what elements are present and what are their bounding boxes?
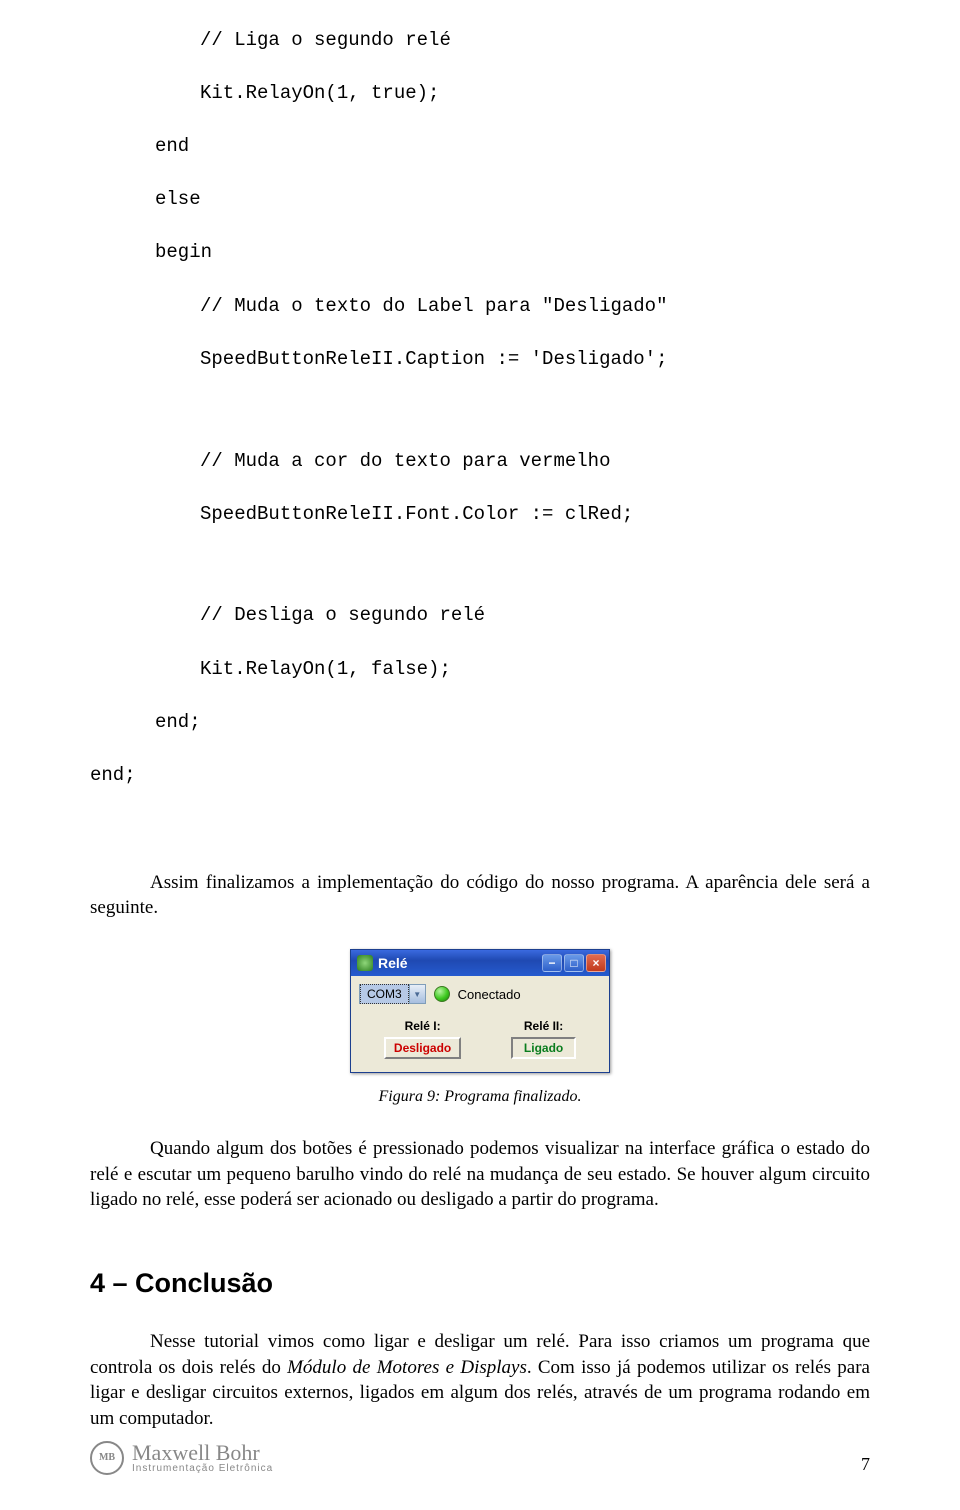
window-title: Relé: [378, 955, 408, 971]
relay1-button[interactable]: Desligado: [384, 1037, 461, 1059]
brand-name: Maxwell Bohr: [132, 1441, 273, 1464]
code-line: end;: [90, 762, 870, 789]
code-line: else: [90, 186, 870, 213]
code-line: // Desliga o segundo relé: [90, 602, 870, 629]
brand: MB Maxwell Bohr Instrumentação Eletrônic…: [90, 1441, 273, 1475]
section-heading: 4 – Conclusão: [90, 1268, 870, 1299]
paragraph-text: Assim finalizamos a implementação do cód…: [90, 872, 870, 919]
page-number: 7: [861, 1454, 870, 1475]
code-line: begin: [90, 239, 870, 266]
code-line: end: [90, 133, 870, 160]
code-line: SpeedButtonReleII.Caption := 'Desligado'…: [90, 346, 870, 373]
minimize-button[interactable]: −: [542, 954, 562, 972]
paragraph: Quando algum dos botões é pressionado po…: [90, 1136, 870, 1213]
status-dot-icon: [434, 986, 450, 1002]
footer: MB Maxwell Bohr Instrumentação Eletrônic…: [90, 1441, 870, 1475]
code-line: SpeedButtonReleII.Font.Color := clRed;: [90, 501, 870, 528]
chevron-down-icon[interactable]: ▼: [409, 985, 425, 1003]
figure-caption: Figura 9: Programa finalizado.: [379, 1088, 582, 1106]
titlebar[interactable]: Relé − □ ×: [351, 950, 609, 976]
paragraph: Assim finalizamos a implementação do cód…: [90, 870, 870, 921]
code-line: Kit.RelayOn(1, false);: [90, 656, 870, 683]
connection-status: Conectado: [458, 987, 521, 1002]
figure: Relé − □ × COM3 ▼ Conectado: [90, 949, 870, 1106]
code-line: end;: [90, 709, 870, 736]
maximize-button[interactable]: □: [564, 954, 584, 972]
app-icon: [357, 955, 373, 971]
code-line: // Muda a cor do texto para vermelho: [90, 448, 870, 475]
code-line: Kit.RelayOn(1, true);: [90, 80, 870, 107]
code-line: // Muda o texto do Label para "Desligado…: [90, 293, 870, 320]
com-port-combo[interactable]: COM3 ▼: [359, 984, 426, 1004]
paragraph-italic: Módulo de Motores e Displays: [287, 1357, 527, 1378]
brand-subtitle: Instrumentação Eletrônica: [132, 1464, 273, 1475]
code-block: // Liga o segundo relé Kit.RelayOn(1, tr…: [90, 0, 870, 842]
paragraph-text: Quando algum dos botões é pressionado po…: [90, 1138, 870, 1210]
app-window: Relé − □ × COM3 ▼ Conectado: [350, 949, 610, 1073]
close-button[interactable]: ×: [586, 954, 606, 972]
combo-value: COM3: [360, 984, 409, 1004]
paragraph: Nesse tutorial vimos como ligar e deslig…: [90, 1329, 870, 1432]
relay2-button[interactable]: Ligado: [511, 1037, 576, 1059]
relay1-label: Relé I:: [405, 1019, 441, 1033]
relay2-label: Relé II:: [524, 1019, 563, 1033]
code-line: // Liga o segundo relé: [90, 27, 870, 54]
brand-logo-icon: MB: [90, 1441, 124, 1475]
